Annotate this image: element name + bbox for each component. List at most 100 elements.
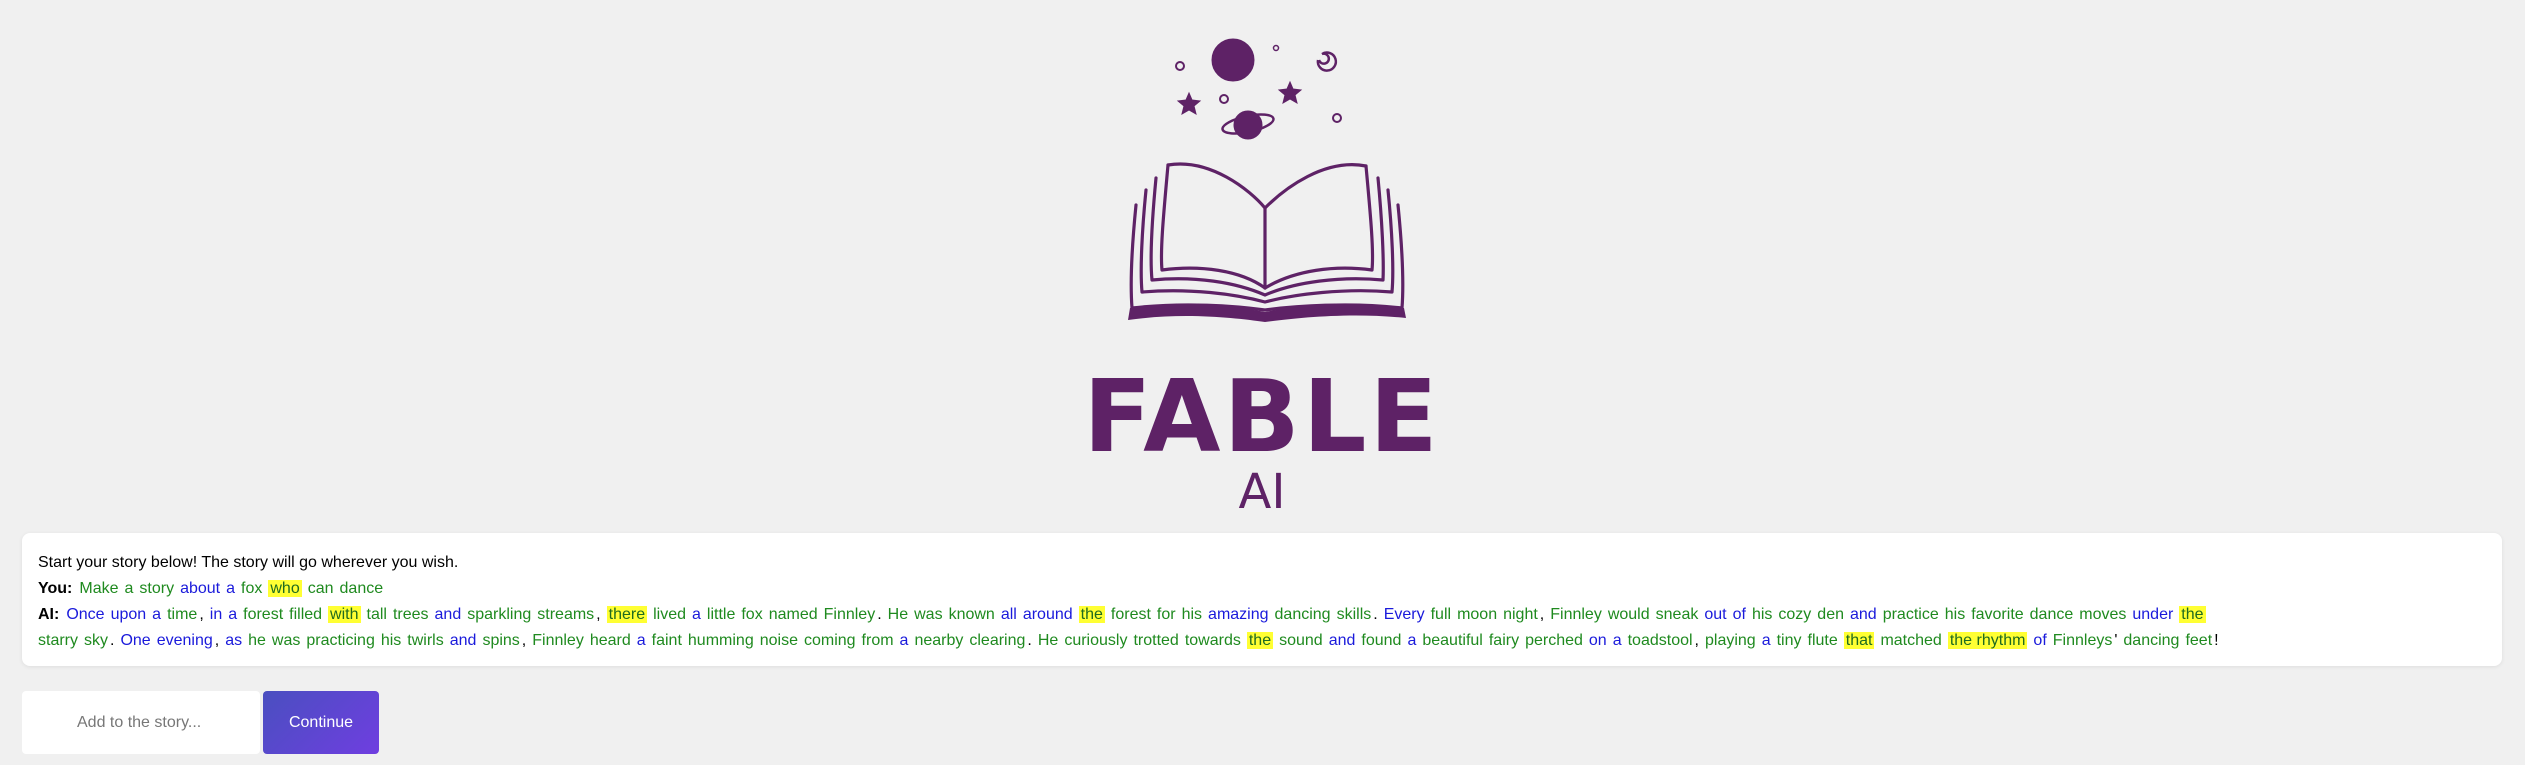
story-token: sparkling [467, 606, 532, 623]
story-token: under [2132, 606, 2174, 623]
story-token: out [1704, 606, 1727, 623]
story-token: Finnley [532, 632, 584, 649]
story-token: and [1850, 606, 1877, 623]
story-token: a [692, 606, 701, 623]
story-token: One [120, 632, 151, 649]
story-token: was [271, 632, 301, 649]
story-token: that [1843, 632, 1875, 649]
story-token: as [225, 632, 243, 649]
story-token: his [1751, 606, 1773, 623]
story-token: around [1022, 606, 1073, 623]
story-token: ' [2114, 632, 2118, 649]
story-token: story [139, 580, 175, 597]
story-token: there [606, 606, 648, 623]
story-token: dance [2029, 606, 2074, 623]
story-token: coming [803, 632, 856, 649]
story-token: clearing [969, 632, 1026, 649]
story-token: moon [1457, 606, 1498, 623]
story-token: can [307, 580, 334, 597]
story-token: favorite [1971, 606, 2024, 623]
story-token: beautiful [1422, 632, 1483, 649]
story-token: in [209, 606, 223, 623]
continue-button[interactable]: Continue [263, 691, 379, 754]
story-token: tiny [1776, 632, 1802, 649]
story-token: would [1607, 606, 1650, 623]
story-token: fox [741, 606, 763, 623]
story-token: and [449, 632, 477, 649]
story-token: nearby [914, 632, 964, 649]
story-intro: Start your story below! The story will g… [38, 554, 459, 571]
story-token: Finnley [1550, 606, 1602, 623]
story-token: the [2179, 606, 2206, 623]
ai-label: AI: [38, 606, 60, 623]
story-token: Every [1383, 606, 1425, 623]
story-token: sneak [1655, 606, 1699, 623]
story-token: the rhythm [1947, 632, 2028, 649]
open-book-with-planets-icon [1128, 38, 1406, 322]
story-token: from [861, 632, 894, 649]
story-token: known [948, 606, 995, 623]
story-token: for [1156, 606, 1176, 623]
story-token: full [1430, 606, 1452, 623]
story-token: spins [482, 632, 520, 649]
story-token: matched [1880, 632, 1942, 649]
story-token: a [226, 580, 236, 597]
story-token: starry [38, 632, 78, 649]
story-token: , [596, 606, 601, 623]
story-token: named [768, 606, 818, 623]
story-token: a [1761, 632, 1771, 649]
ai-story-line-2: starry sky. One evening, as he was practicing hi… [38, 628, 2486, 654]
story-token: fairy [1488, 632, 1520, 649]
story-token: dancing [2123, 632, 2180, 649]
story-token: , [521, 632, 527, 649]
story-token: playing [1705, 632, 1756, 649]
story-token: dancing [1274, 606, 1331, 623]
story-token: , [199, 606, 204, 623]
story-token: flute [1807, 632, 1838, 649]
story-token: a [152, 606, 162, 623]
story-token: of [2033, 632, 2047, 649]
ai-story-tokens-2: starry sky. One evening, as he was practicing hi… [38, 632, 2225, 649]
user-prompt-tokens: Make a story about a fox who can dance [79, 580, 389, 597]
story-token: time [167, 606, 198, 623]
story-token: perched [1525, 632, 1583, 649]
story-token: sound [1279, 632, 1323, 649]
story-token: moves [2079, 606, 2127, 623]
story-token: heard [589, 632, 631, 649]
story-token: and [1328, 632, 1356, 649]
story-token: his [1181, 606, 1203, 623]
story-token: forest [243, 606, 284, 623]
story-token: a [124, 580, 134, 597]
story-token: sky [84, 632, 108, 649]
ai-story-line-1: AI: Once upon a time, in a forest filled with tall… [38, 602, 2486, 628]
ai-story-tokens-1: Once upon a time, in a forest filled with tall tre… [66, 606, 2211, 623]
story-token: He [1037, 632, 1059, 649]
story-input[interactable] [22, 691, 260, 754]
story-token: the [1078, 606, 1105, 623]
story-token: all [1000, 606, 1017, 623]
story-token: Once [66, 606, 105, 623]
story-token: feet [2185, 632, 2213, 649]
story-token: amazing [1208, 606, 1269, 623]
story-token: found [1361, 632, 1402, 649]
story-token: practicing [306, 632, 375, 649]
story-token: about [180, 580, 221, 597]
story-token: towards [1184, 632, 1241, 649]
story-token: of [1732, 606, 1746, 623]
story-token: skills [1336, 606, 1372, 623]
story-token: toadstool [1627, 632, 1693, 649]
story-token: Make [79, 580, 119, 597]
story-token: on [1588, 632, 1607, 649]
story-token: tall [366, 606, 387, 623]
story-token: . [110, 632, 115, 649]
story-token: Finnleys [2052, 632, 2113, 649]
story-token: ! [2214, 632, 2219, 649]
story-token: his [1944, 606, 1966, 623]
story-token: cozy [1778, 606, 1812, 623]
story-token: , [1694, 632, 1699, 649]
brand-title: FABLE [1083, 358, 1441, 475]
story-token: faint [651, 632, 682, 649]
story-token: He [887, 606, 909, 623]
story-token: night [1503, 606, 1538, 623]
story-token: a [1612, 632, 1622, 649]
